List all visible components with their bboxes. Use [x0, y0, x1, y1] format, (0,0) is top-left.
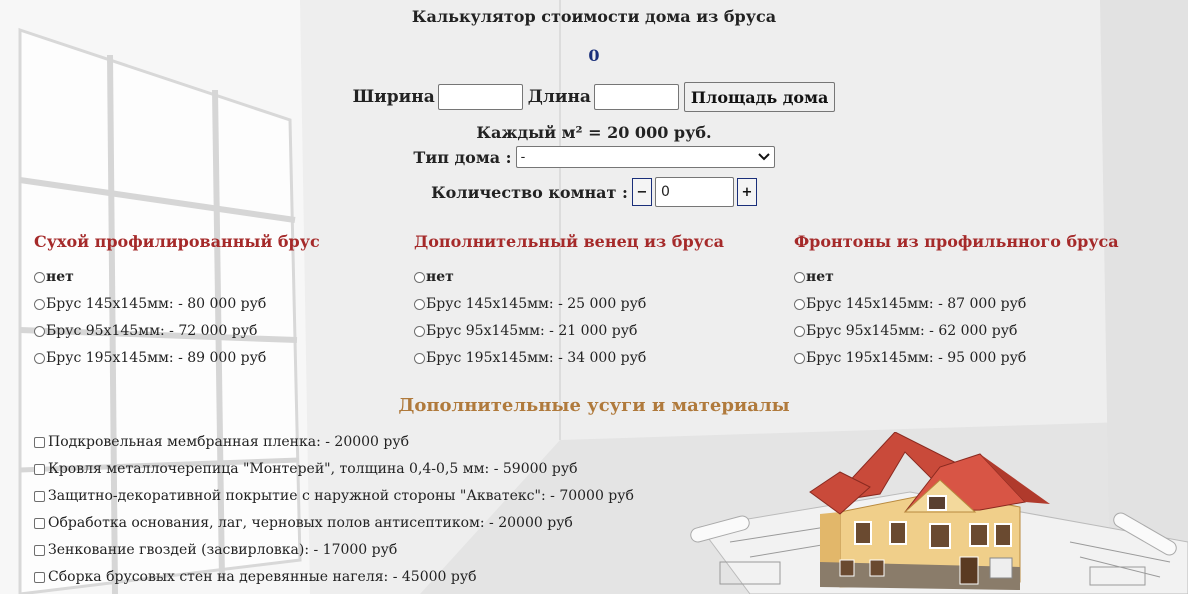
- section-title: Фронтоны из профильнного бруса: [794, 232, 1119, 251]
- width-input[interactable]: [437, 84, 523, 110]
- radio-button[interactable]: [414, 271, 425, 283]
- radio-option[interactable]: Брус 145х145мм: - 80 000 руб: [34, 296, 266, 312]
- house-type-row: Тип дома : -: [0, 145, 1188, 169]
- radio-button[interactable]: [34, 352, 45, 364]
- radio-option[interactable]: нет: [794, 269, 834, 285]
- chevron-down-icon: [757, 153, 770, 161]
- section-title: Дополнительный венец из бруса: [414, 232, 724, 251]
- rooms-label: Количество комнат :: [431, 182, 628, 202]
- checkbox[interactable]: [34, 571, 45, 583]
- radio-button[interactable]: [34, 298, 45, 310]
- house-type-select[interactable]: -: [515, 146, 775, 168]
- checkbox[interactable]: [34, 517, 45, 529]
- extra-crown-section: Дополнительный венец из бруса нет Брус 1…: [414, 231, 754, 366]
- radio-button[interactable]: [794, 271, 805, 283]
- radio-button[interactable]: [34, 325, 45, 337]
- rooms-decrement-button[interactable]: −: [631, 178, 652, 206]
- checkbox[interactable]: [34, 544, 45, 556]
- radio-button[interactable]: [414, 325, 425, 337]
- radio-option[interactable]: Брус 145х145мм: - 25 000 руб: [414, 296, 646, 312]
- house-type-label: Тип дома :: [413, 147, 512, 167]
- radio-button[interactable]: [34, 271, 45, 283]
- dimensions-row: Ширина Длина Площадь дома: [0, 82, 1188, 112]
- radio-button[interactable]: [794, 352, 805, 364]
- dry-beam-section: Сухой профилированный брус нет Брус 145х…: [34, 231, 374, 366]
- rooms-count-input[interactable]: 0: [654, 177, 734, 207]
- radio-button[interactable]: [794, 325, 805, 337]
- result-value: 0: [588, 46, 600, 65]
- radio-button[interactable]: [414, 352, 425, 364]
- radio-button[interactable]: [414, 298, 425, 310]
- radio-option[interactable]: Брус 95х145мм: - 62 000 руб: [794, 323, 1017, 339]
- width-label: Ширина: [352, 87, 435, 107]
- extra-option[interactable]: Подкровельная мембранная пленка: - 20000…: [34, 434, 409, 450]
- length-input[interactable]: [593, 84, 679, 110]
- extra-option[interactable]: Кровля металлочерепица "Монтерей", толщи…: [34, 461, 578, 477]
- house-type-selected: -: [520, 149, 526, 165]
- checkbox[interactable]: [34, 436, 45, 448]
- area-button[interactable]: Площадь дома: [683, 82, 836, 112]
- checkbox[interactable]: [34, 490, 45, 502]
- extra-option[interactable]: Сборка брусовых стен на деревянные нагел…: [34, 569, 477, 585]
- checkbox[interactable]: [34, 463, 45, 475]
- radio-option[interactable]: Брус 95х145мм: - 21 000 руб: [414, 323, 637, 339]
- extra-option[interactable]: Защитно-декоративной покрытие с наружной…: [34, 488, 634, 504]
- page-title: Калькулятор стоимости дома из бруса: [411, 7, 777, 26]
- rooms-increment-button[interactable]: +: [736, 178, 757, 206]
- radio-option[interactable]: нет: [34, 269, 74, 285]
- radio-option[interactable]: Брус 95х145мм: - 72 000 руб: [34, 323, 257, 339]
- rooms-row: Количество комнат : − 0 +: [0, 177, 1188, 207]
- radio-option[interactable]: Брус 195х145мм: - 34 000 руб: [414, 350, 646, 366]
- radio-option[interactable]: нет: [414, 269, 454, 285]
- radio-button[interactable]: [794, 298, 805, 310]
- section-title: Сухой профилированный брус: [34, 232, 320, 251]
- length-label: Длина: [527, 87, 591, 107]
- extras-title: Дополнительные усуги и материалы: [398, 395, 790, 416]
- radio-option[interactable]: Брус 195х145мм: - 89 000 руб: [34, 350, 266, 366]
- price-per-m2: Каждый м² = 20 000 руб.: [476, 123, 712, 142]
- extra-option[interactable]: Зенкование гвоздей (засвирловка): - 1700…: [34, 542, 397, 558]
- radio-option[interactable]: Брус 195х145мм: - 95 000 руб: [794, 350, 1026, 366]
- house-illustration: [690, 432, 1188, 594]
- extra-option[interactable]: Обработка основания, лаг, черновых полов…: [34, 515, 573, 531]
- calculator: Калькулятор стоимости дома из бруса 0 Ши…: [0, 0, 1188, 594]
- gables-section: Фронтоны из профильнного бруса нет Брус …: [794, 231, 1134, 366]
- radio-option[interactable]: Брус 145х145мм: - 87 000 руб: [794, 296, 1026, 312]
